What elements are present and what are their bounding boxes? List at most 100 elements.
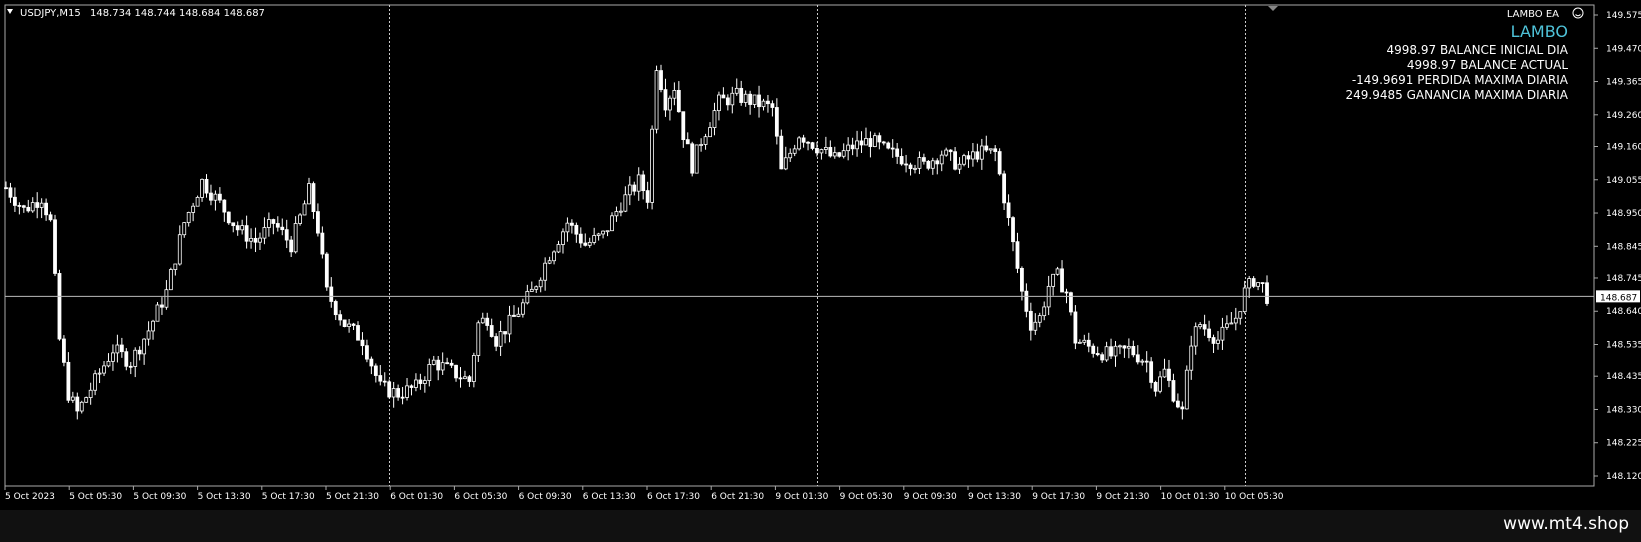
candle-body — [48, 214, 53, 221]
candle-body — [1158, 376, 1162, 392]
candle-body — [280, 226, 285, 231]
candle-body — [1015, 241, 1020, 269]
candle — [592, 227, 597, 245]
candle — [694, 144, 699, 174]
candle-body — [1006, 202, 1011, 219]
candle-body — [17, 205, 22, 207]
y-tick-label: 148.950 — [1606, 209, 1641, 219]
candle-body — [712, 110, 717, 128]
candle — [382, 372, 387, 387]
candle-body — [418, 379, 423, 384]
x-tick-label: 5 Oct 2023 — [5, 492, 55, 502]
candle — [226, 211, 231, 225]
x-tick-label: 10 Oct 01:30 — [1161, 492, 1220, 502]
candle — [957, 157, 962, 174]
candle-body — [226, 211, 231, 224]
candle — [289, 235, 294, 257]
candle-body — [543, 262, 548, 281]
candle-body — [948, 149, 953, 153]
candle-body — [168, 269, 173, 291]
candle-body — [1180, 406, 1185, 410]
candle — [62, 335, 66, 367]
candle — [79, 400, 84, 414]
candle-body — [819, 149, 824, 154]
candle — [458, 367, 463, 388]
candle — [1055, 266, 1060, 276]
candle — [8, 182, 13, 203]
candle — [672, 82, 677, 106]
candle-body — [855, 140, 859, 150]
symbol-menu-icon[interactable] — [7, 9, 13, 14]
chart-area[interactable]: 149.575 149.470 149.365 149.260 149.160 149.0… — [0, 0, 1641, 510]
y-tick-label: 148.535 — [1606, 341, 1641, 351]
candle — [84, 396, 89, 403]
candle-body — [449, 362, 454, 366]
candle-body — [35, 202, 40, 208]
candle-body — [939, 154, 944, 165]
candle-body — [988, 148, 993, 151]
candle-body — [859, 140, 864, 146]
candle — [676, 81, 681, 113]
candle-body — [182, 222, 187, 236]
candle-body — [30, 202, 35, 212]
candle — [1033, 313, 1038, 335]
candle-body — [623, 194, 628, 212]
candle — [168, 267, 173, 291]
candle-body — [1149, 361, 1154, 383]
candle-body — [235, 225, 240, 231]
candle-body — [815, 148, 819, 154]
candle-body — [128, 365, 133, 368]
candle — [409, 384, 414, 396]
candle — [217, 187, 222, 204]
candle-body — [342, 319, 347, 328]
candle-body — [431, 359, 436, 365]
candle-body — [44, 202, 49, 216]
x-tick-label: 9 Oct 05:30 — [840, 492, 893, 502]
candle — [1265, 275, 1269, 306]
candle-body — [908, 164, 913, 170]
candle-body — [1020, 267, 1024, 292]
candle — [155, 302, 160, 322]
chart-shift-icon[interactable] — [1268, 6, 1278, 11]
candle-body — [525, 291, 530, 304]
y-tick-label: 148.330 — [1606, 405, 1641, 415]
candle-body — [66, 361, 71, 401]
candle-body — [480, 317, 485, 324]
candle — [445, 357, 450, 365]
candle-body — [627, 184, 632, 196]
candle-body — [494, 336, 499, 347]
price-chart[interactable]: 149.575 149.470 149.365 149.260 149.160 149.0… — [0, 0, 1641, 510]
candle-body — [614, 211, 619, 217]
candle — [1051, 273, 1056, 296]
candle — [1211, 334, 1216, 354]
candle-body — [289, 239, 294, 253]
footer-url[interactable]: www.mt4.shop — [1503, 514, 1629, 534]
candle — [106, 353, 111, 368]
candle-body — [685, 139, 690, 145]
candle-body — [311, 183, 316, 213]
candle-body — [529, 288, 534, 292]
candle-body — [783, 157, 788, 170]
candle-body — [641, 174, 646, 192]
candle — [587, 237, 592, 248]
candle-body — [275, 223, 280, 228]
candle-body — [262, 227, 267, 239]
candle — [792, 144, 797, 157]
candle — [1260, 282, 1265, 293]
candle-body — [271, 219, 276, 224]
candle — [480, 312, 485, 324]
ea-line-max-loss: -149.9691 PERDIDA MAXIMA DIARIA — [1352, 73, 1569, 87]
candle-body — [62, 338, 66, 363]
candle — [1184, 365, 1189, 410]
candle — [1153, 380, 1158, 397]
candle-body — [694, 144, 699, 174]
candle-body — [445, 362, 450, 365]
candle-body — [953, 151, 957, 170]
candle — [547, 256, 552, 265]
candle — [391, 381, 396, 408]
candle-body — [422, 380, 427, 384]
candle — [262, 217, 267, 245]
x-tick-label: 5 Oct 17:30 — [262, 492, 315, 502]
x-tick-label: 9 Oct 09:30 — [904, 492, 957, 502]
candle-body — [592, 235, 597, 243]
